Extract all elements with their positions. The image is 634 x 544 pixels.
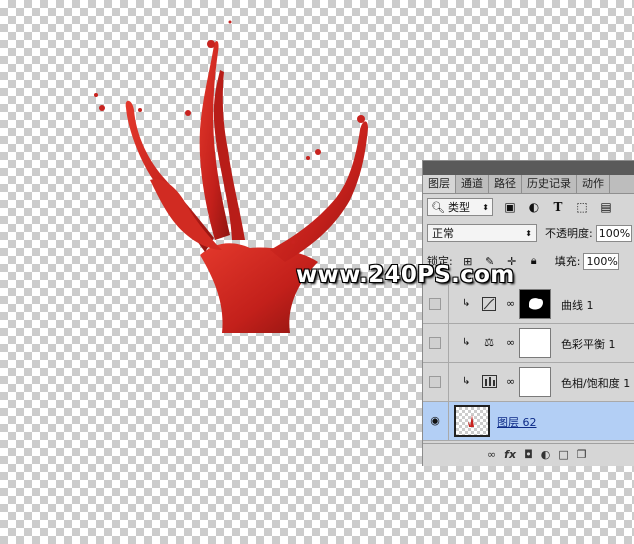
visibility-toggle[interactable] (429, 337, 441, 349)
layer-name[interactable]: 色彩平衡 1 (561, 336, 616, 352)
layer-mask-thumbnail[interactable] (519, 328, 551, 358)
visibility-toggle[interactable] (429, 376, 441, 388)
divider (448, 402, 449, 440)
panel-title-bar[interactable] (423, 161, 634, 175)
tab-channels[interactable]: 通道 (456, 175, 489, 193)
watermark-text: www.240PS.com (296, 262, 515, 288)
hue-saturation-icon (481, 374, 497, 389)
eye-icon[interactable]: ◉ (429, 415, 441, 427)
smart-object-filter-icon[interactable]: ▤ (599, 200, 613, 214)
fill-input[interactable]: 100% (583, 252, 620, 270)
tab-paths[interactable]: 路径 (489, 175, 522, 193)
image-filter-icon[interactable]: ▣ (503, 200, 517, 214)
opacity-input[interactable]: 100% (595, 224, 632, 242)
clipping-arrow-icon: ↳ (462, 298, 471, 309)
divider (448, 285, 449, 323)
clipping-arrow-icon: ↳ (462, 376, 471, 387)
updown-arrow-icon: ⬍ (525, 228, 532, 238)
tab-actions[interactable]: 动作 (577, 175, 610, 193)
blend-row: 正常 ⬍ 不透明度: 100% (427, 223, 634, 243)
layer-name[interactable]: 曲线 1 (561, 297, 594, 313)
lock-all-icon[interactable]: 🔒︎ (527, 254, 541, 268)
filter-row: 🔍︎ 类型 ⬍ ▣ ◐ T ⬚ ▤ (427, 197, 634, 217)
filter-kind-select[interactable]: 🔍︎ 类型 ⬍ (427, 198, 493, 216)
link-layers-icon[interactable]: ∞ (487, 448, 496, 461)
layer-name[interactable]: 色相/饱和度 1 (561, 375, 630, 391)
visibility-toggle[interactable] (429, 298, 441, 310)
layer-row-layer-62[interactable]: ◉ 图层 62 (423, 402, 634, 441)
layer-row-curves[interactable]: ↳ ∞ 曲线 1 (423, 285, 634, 324)
clipping-arrow-icon: ↳ (462, 337, 471, 348)
search-icon: 🔍︎ (431, 200, 445, 214)
curves-icon (481, 296, 497, 311)
opacity-label: 不透明度: (545, 227, 593, 240)
filter-kind-label: 类型 (447, 201, 470, 214)
link-icon[interactable]: ∞ (506, 297, 515, 310)
layer-mask-thumbnail[interactable] (519, 289, 551, 319)
panel-tabs: 图层 通道 路径 历史记录 动作 (423, 175, 634, 194)
adjustment-filter-icon[interactable]: ◐ (527, 200, 541, 214)
link-icon[interactable]: ∞ (506, 375, 515, 388)
layer-thumbnail[interactable] (454, 405, 490, 437)
panel-bottom-toolbar: ∞ fx ◘ ◐ □ ❐ (423, 443, 634, 465)
tab-layers[interactable]: 图层 (423, 175, 456, 193)
add-mask-icon[interactable]: ◘ (524, 448, 533, 461)
layer-mask-thumbnail[interactable] (519, 367, 551, 397)
layer-row-color-balance[interactable]: ↳ ⚖︎ ∞ 色彩平衡 1 (423, 324, 634, 363)
layer-name[interactable]: 图层 62 (497, 414, 537, 430)
layers-list: ↳ ∞ 曲线 1 ↳ ⚖︎ ∞ 色彩平衡 1 ↳ ∞ 色相/饱和度 1 ◉ 图层… (423, 285, 634, 443)
shape-filter-icon[interactable]: ⬚ (575, 200, 589, 214)
updown-arrow-icon: ⬍ (482, 202, 489, 212)
fx-icon[interactable]: fx (504, 448, 516, 461)
new-layer-icon[interactable]: ❐ (577, 448, 587, 461)
divider (448, 363, 449, 401)
tab-history[interactable]: 历史记录 (522, 175, 577, 193)
blend-mode-value: 正常 (432, 227, 454, 240)
blend-mode-select[interactable]: 正常 ⬍ (427, 224, 537, 242)
layers-panel: 图层 通道 路径 历史记录 动作 🔍︎ 类型 ⬍ ▣ ◐ T ⬚ ▤ 正常 ⬍ … (422, 160, 634, 466)
adjustment-layer-icon[interactable]: ◐ (541, 448, 551, 461)
layer-row-hue-saturation[interactable]: ↳ ∞ 色相/饱和度 1 (423, 363, 634, 402)
color-balance-icon: ⚖︎ (484, 336, 494, 349)
folder-icon[interactable]: □ (558, 448, 568, 461)
link-icon[interactable]: ∞ (506, 336, 515, 349)
type-filter-icon[interactable]: T (551, 200, 565, 214)
divider (448, 324, 449, 362)
fill-label: 填充: (554, 255, 581, 268)
